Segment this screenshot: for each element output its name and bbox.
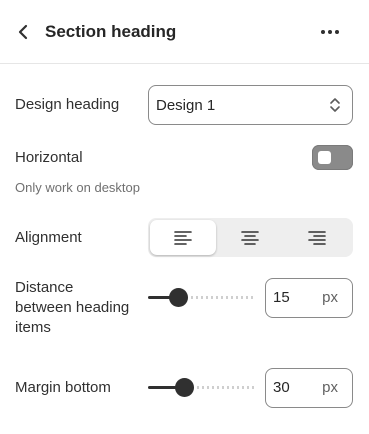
distance-label-line3: items — [15, 319, 51, 336]
alignment-segmented-control — [148, 218, 353, 257]
horizontal-toggle[interactable] — [312, 145, 353, 170]
horizontal-label: Horizontal — [15, 149, 83, 166]
margin-bottom-input[interactable]: 30 px — [265, 368, 353, 408]
distance-slider[interactable] — [148, 287, 256, 307]
distance-unit: px — [322, 289, 338, 306]
back-button[interactable] — [12, 20, 34, 44]
margin-bottom-unit: px — [322, 379, 338, 396]
distance-input[interactable]: 15 px — [265, 278, 353, 318]
align-center-button[interactable] — [217, 220, 283, 255]
align-left-icon — [174, 230, 192, 245]
distance-value: 15 — [273, 289, 290, 306]
alignment-label: Alignment — [15, 229, 82, 246]
slider-thumb[interactable] — [169, 288, 188, 307]
ellipsis-icon — [321, 30, 339, 34]
slider-track — [192, 386, 256, 389]
margin-bottom-value: 30 — [273, 379, 290, 396]
chevron-left-icon — [18, 24, 28, 40]
design-heading-select[interactable]: Design 1 — [148, 85, 353, 125]
slider-thumb[interactable] — [175, 378, 194, 397]
align-right-icon — [308, 230, 326, 245]
select-chevron-icon — [330, 98, 340, 112]
margin-bottom-label: Margin bottom — [15, 379, 111, 396]
distance-label-line1: Distance — [15, 279, 74, 296]
horizontal-hint: Only work on desktop — [15, 180, 141, 195]
slider-track — [186, 296, 256, 299]
panel-header: Section heading — [0, 0, 369, 64]
page-title: Section heading — [45, 22, 177, 41]
design-heading-value: Design 1 — [156, 96, 216, 114]
align-center-icon — [241, 230, 259, 245]
align-right-button[interactable] — [284, 220, 350, 255]
toggle-knob — [318, 151, 331, 164]
more-options-button[interactable] — [316, 20, 344, 44]
margin-bottom-slider[interactable] — [148, 377, 256, 397]
design-heading-label: Design heading — [15, 96, 120, 113]
align-left-button[interactable] — [150, 220, 216, 255]
distance-label-line2: between heading — [15, 299, 130, 316]
